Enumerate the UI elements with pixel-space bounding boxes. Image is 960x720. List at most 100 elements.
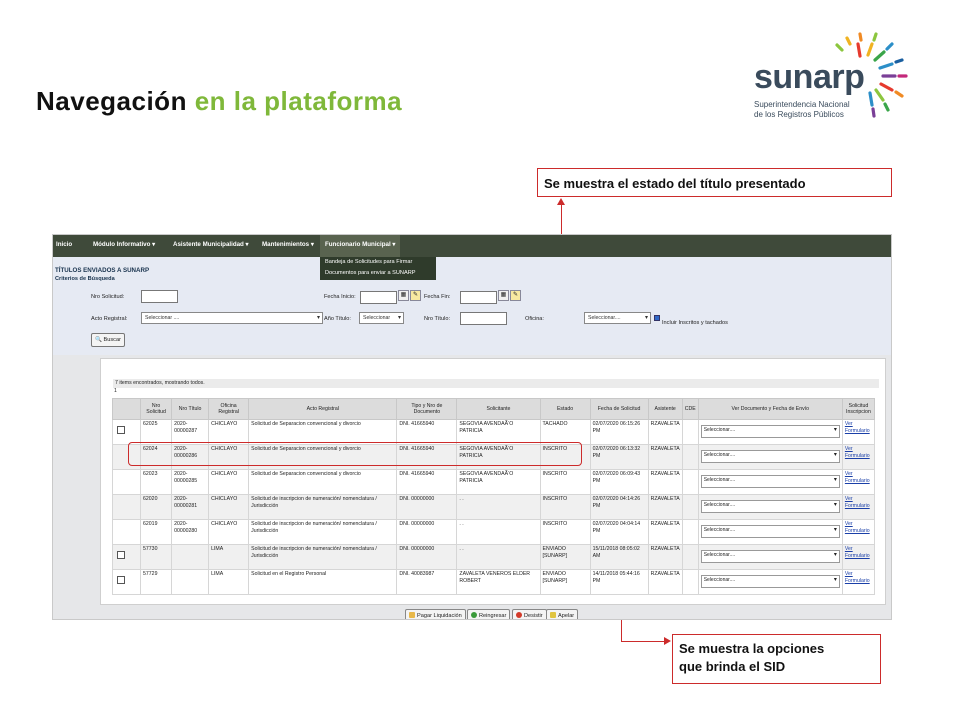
formulario-link[interactable]: Formulario: [845, 428, 872, 435]
cell-titulo: 2020-00000281: [171, 494, 210, 520]
table-row[interactable]: 62025 2020-00000287 CHICLAYO Solicitud de S…: [111, 419, 876, 445]
pagar-liquidacion-label: Pagar Liquidación: [417, 613, 462, 619]
fecha-fin-input[interactable]: [460, 291, 497, 304]
row-checkbox[interactable]: [117, 426, 125, 434]
menu-bar: Inicio Módulo Informativo ▾ Asistente Mu…: [53, 235, 891, 257]
reingresar-button[interactable]: Reingresar: [467, 609, 511, 619]
ver-documento-select[interactable]: Seleccionar....: [700, 475, 840, 488]
ver-link[interactable]: Ver: [845, 496, 872, 503]
row-checkbox[interactable]: [117, 576, 125, 584]
calendar-icon[interactable]: ▦: [498, 290, 509, 301]
callout-estado: Se muestra el estado del título presenta…: [537, 168, 892, 197]
table-row[interactable]: 57730 LIMA Solicitud de inscripcion de num…: [111, 544, 876, 570]
cell-estado: TACHADO: [539, 419, 591, 445]
ver-documento-select[interactable]: Seleccionar....: [700, 425, 840, 438]
dropdown-item-bandeja[interactable]: Bandeja de Solicitudes para Firmar: [320, 257, 436, 268]
table-row[interactable]: 57729 LIMA Solicitud en el Registro Person…: [111, 569, 876, 595]
fecha-inicio-input[interactable]: [360, 291, 397, 304]
cell-oficina: CHICLAYO: [208, 419, 250, 445]
cell-asistente: RZAVALETA: [647, 444, 683, 470]
ver-documento-select[interactable]: Seleccionar....: [700, 550, 840, 563]
incluir-checkbox[interactable]: [654, 315, 660, 321]
buscar-button-label: Buscar: [103, 337, 121, 343]
table-row[interactable]: 62023 2020-00000285 CHICLAYO Solicitud de S…: [111, 469, 876, 495]
page-number[interactable]: 1: [114, 388, 117, 394]
nro-solicitud-input[interactable]: [141, 290, 178, 303]
row-checkbox[interactable]: [117, 551, 125, 559]
formulario-link[interactable]: Formulario: [845, 578, 872, 585]
edit-icon: [550, 612, 556, 618]
calendar-icon[interactable]: ▦: [398, 290, 409, 301]
formulario-link[interactable]: Formulario: [845, 453, 872, 460]
ver-link[interactable]: Ver: [845, 471, 872, 478]
cell-oficina: LIMA: [208, 569, 250, 595]
sunarp-logo: sunarp Superintendencia Nacional de los …: [748, 30, 933, 128]
apelar-button[interactable]: Apelar: [546, 609, 579, 619]
callout-line-bottom-v: [621, 618, 622, 641]
cell-solicitante: . .: [456, 519, 541, 545]
receipt-icon: [409, 612, 415, 618]
formulario-link[interactable]: Formulario: [845, 503, 872, 510]
clear-icon[interactable]: ✎: [510, 290, 521, 301]
callout-line-bottom-h2: [621, 641, 665, 642]
ver-documento-select[interactable]: Seleccionar....: [700, 500, 840, 513]
anio-titulo-select[interactable]: Seleccionar: [359, 312, 404, 324]
cell-asistente: RZAVALETA: [647, 544, 683, 570]
formulario-link[interactable]: Formulario: [845, 478, 872, 485]
ver-documento-select[interactable]: Seleccionar....: [700, 575, 840, 588]
cell-doc: DNI. 00000000: [396, 494, 458, 520]
reingresar-label: Reingresar: [479, 613, 507, 619]
cell-oficina: CHICLAYO: [208, 519, 250, 545]
dropdown-item-documentos[interactable]: Documentos para enviar a SUNARP: [320, 268, 436, 279]
ver-link[interactable]: Ver: [845, 571, 872, 578]
cell-solicitante: . .: [456, 544, 541, 570]
funcionario-dropdown: Bandeja de Solicitudes para Firmar Docum…: [320, 257, 436, 280]
cell-solicitante: ZAVALETA VENEROS ELDER ROBERT: [456, 569, 541, 595]
ver-link[interactable]: Ver: [845, 521, 872, 528]
cell-estado: INSCRITO: [539, 469, 591, 495]
sid-app-window: Inicio Módulo Informativo ▾ Asistente Mu…: [52, 234, 892, 620]
cell-fecha: 02/07/2020 06:09:43 PM: [589, 469, 649, 495]
nro-titulo-input[interactable]: [460, 312, 507, 325]
menu-modulo-informativo[interactable]: Módulo Informativo ▾: [93, 235, 155, 257]
cell-nro: 62025: [140, 419, 173, 445]
desistir-button[interactable]: Desistir: [512, 609, 547, 619]
cell-doc: DNI. 00000000: [396, 544, 458, 570]
menu-funcionario-municipal[interactable]: Funcionario Municipal ▾: [320, 235, 401, 257]
fecha-inicio-label: Fecha Inicio:: [324, 294, 356, 300]
menu-mantenimientos[interactable]: Mantenimientos ▾: [262, 235, 314, 257]
column-header: Asistente: [647, 398, 683, 420]
column-header: Ver Documento y Fecha de Envío: [697, 398, 843, 420]
ver-documento-select[interactable]: Seleccionar....: [700, 525, 840, 538]
clear-icon[interactable]: ✎: [410, 290, 421, 301]
cell-nro: 62019: [140, 519, 173, 545]
formulario-link[interactable]: Formulario: [845, 553, 872, 560]
search-panel: TÍTULOS ENVIADOS A SUNARP Criterios de B…: [53, 257, 891, 355]
page-title: TÍTULOS ENVIADOS A SUNARP: [55, 267, 150, 274]
cell-asistente: RZAVALETA: [647, 519, 683, 545]
pagar-liquidacion-button[interactable]: Pagar Liquidación: [405, 609, 466, 619]
ver-link[interactable]: Ver: [845, 546, 872, 553]
column-header: Nro Solicitud: [140, 398, 173, 420]
oficina-select[interactable]: Seleccionar....: [584, 312, 651, 324]
table-row[interactable]: 62020 2020-00000281 CHICLAYO Solicitud de i…: [111, 494, 876, 520]
cell-acto: Solicitud de inscripcion de numeración/ …: [248, 519, 398, 545]
cell-cde: [681, 544, 699, 570]
ver-link[interactable]: Ver: [845, 421, 872, 428]
ver-documento-select[interactable]: Seleccionar....: [700, 450, 840, 463]
stop-icon: [516, 612, 522, 618]
cell-doc: DNI. 41665940: [396, 469, 458, 495]
acto-registral-select[interactable]: Seleccionar ....: [141, 312, 323, 324]
cell-formulario: Ver Formulario: [841, 494, 876, 520]
menu-asistente-municipalidad[interactable]: Asistente Municipalidad ▾: [173, 235, 249, 257]
table-row[interactable]: 62019 2020-00000280 CHICLAYO Solicitud de i…: [111, 519, 876, 545]
cell-formulario: Ver Formulario: [841, 419, 876, 445]
cell-asistente: RZAVALETA: [647, 494, 683, 520]
check-icon: [471, 612, 477, 618]
menu-inicio[interactable]: Inicio: [56, 235, 72, 257]
formulario-link[interactable]: Formulario: [845, 528, 872, 535]
cell-nro: 57729: [140, 569, 173, 595]
cell-ver-documento: Seleccionar....: [697, 419, 843, 445]
ver-link[interactable]: Ver: [845, 446, 872, 453]
buscar-button[interactable]: 🔍 Buscar: [91, 333, 125, 347]
